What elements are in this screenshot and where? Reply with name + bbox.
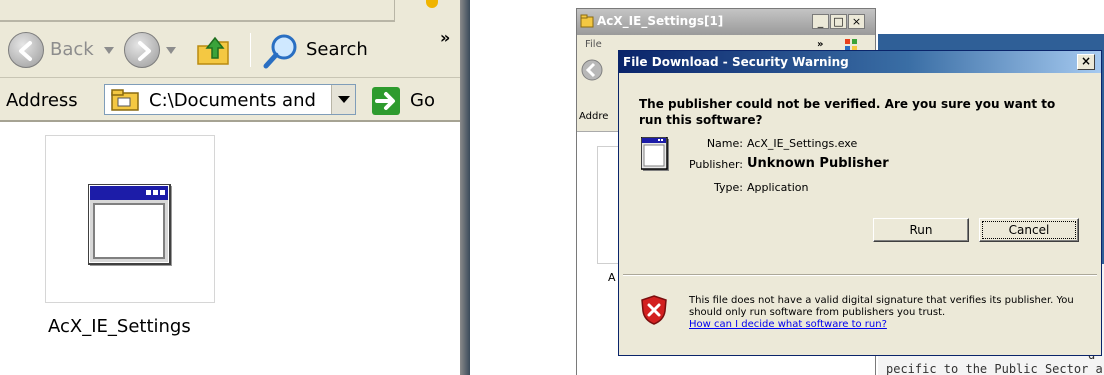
back-arrow-icon[interactable] (8, 32, 44, 68)
dialog-question-text: The publisher could not be verified. Are… (639, 97, 1056, 127)
back-button-label[interactable]: Back (50, 39, 94, 60)
security-shield-icon (641, 295, 667, 325)
address-dropdown-button[interactable] (331, 85, 355, 114)
security-dialog-panel: d pecific to the Public Sector area AcX_… (568, 0, 1104, 375)
folder-icon (580, 14, 594, 28)
close-button[interactable]: × (848, 14, 865, 29)
dialog-close-button[interactable]: × (1077, 54, 1095, 70)
name-field-value: AcX_IE_Settings.exe (747, 137, 858, 150)
address-label-fragment: Addre (579, 111, 609, 122)
background-window-title: AcX_IE_Settings[1] (597, 14, 724, 28)
dialog-title: File Download - Security Warning (623, 55, 849, 69)
name-field-label: Name: (706, 137, 743, 150)
folder-tab-fragment-icon (426, 0, 438, 8)
explorer-zoom-panel: Back Search » Address C:\Documents and G… (0, 0, 470, 375)
forward-arrow-icon[interactable] (124, 32, 160, 68)
maximize-button[interactable]: □ (830, 14, 847, 29)
search-magnifier-icon[interactable] (262, 32, 300, 70)
back-dropdown-icon[interactable] (104, 47, 114, 55)
file-name-label[interactable]: AcX_IE_Settings (48, 316, 191, 337)
explorer-top-strip (0, 0, 470, 22)
address-input[interactable]: C:\Documents and Settings (104, 84, 356, 115)
explorer-tab-edge (0, 0, 395, 22)
address-folder-icon (111, 89, 139, 111)
window-edge (460, 0, 470, 375)
address-label: Address (6, 90, 78, 111)
file-thumbnail-tile[interactable] (45, 135, 215, 303)
forward-dropdown-icon[interactable] (166, 47, 176, 55)
cancel-button[interactable]: Cancel (979, 218, 1079, 242)
menu-overflow-chevron[interactable]: » (817, 39, 823, 50)
back-arrow-icon[interactable] (581, 59, 603, 81)
dialog-divider (623, 274, 1097, 276)
run-button[interactable]: Run (873, 218, 969, 242)
address-path-text[interactable]: C:\Documents and Settings (149, 90, 319, 111)
signature-warning-text: This file does not have a valid digital … (689, 295, 1074, 318)
go-arrow-icon[interactable] (372, 87, 400, 115)
publisher-field-value: Unknown Publisher (747, 156, 889, 171)
background-text-fragment: pecific to the Public Sector area (886, 362, 1104, 375)
background-file-label-fragment: A (608, 271, 616, 284)
security-warning-dialog: File Download - Security Warning × The p… (618, 50, 1102, 356)
background-window-titlebar: AcX_IE_Settings[1] _ □ × (577, 9, 875, 35)
menu-file[interactable]: File (585, 39, 602, 50)
chevron-down-icon (338, 96, 350, 103)
dialog-titlebar: File Download - Security Warning × (619, 51, 1101, 73)
toolbar-overflow-chevron[interactable]: » (440, 28, 450, 47)
search-button-label[interactable]: Search (306, 39, 368, 60)
type-field-label: Type: (714, 181, 743, 194)
application-window-icon (88, 184, 172, 266)
minimize-button[interactable]: _ (812, 14, 829, 29)
go-button-label[interactable]: Go (410, 90, 435, 111)
publisher-field-label: Publisher: (688, 158, 743, 171)
explorer-address-bar: Address C:\Documents and Settings Go (0, 78, 460, 122)
explorer-toolbar: Back Search » (0, 22, 460, 78)
type-field-value: Application (747, 181, 809, 194)
folder-up-icon[interactable] (194, 30, 234, 70)
help-link[interactable]: How can I decide what software to run? (689, 319, 887, 330)
toolbar-separator (250, 33, 251, 67)
